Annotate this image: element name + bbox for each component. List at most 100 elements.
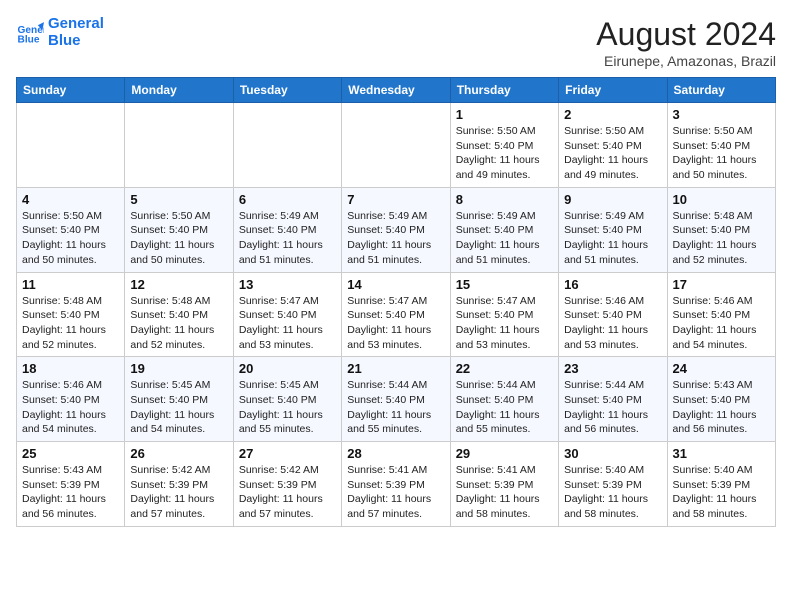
day-number: 29	[456, 446, 553, 461]
day-number: 19	[130, 361, 227, 376]
day-info: Sunrise: 5:43 AM Sunset: 5:40 PM Dayligh…	[673, 378, 770, 437]
calendar-cell: 2 Sunrise: 5:50 AM Sunset: 5:40 PM Daylig…	[559, 103, 667, 188]
day-info: Sunrise: 5:50 AM Sunset: 5:40 PM Dayligh…	[22, 209, 119, 268]
calendar-week-0: 1 Sunrise: 5:50 AM Sunset: 5:40 PM Daylig…	[17, 103, 776, 188]
svg-text:Blue: Blue	[18, 34, 40, 45]
day-info: Sunrise: 5:42 AM Sunset: 5:39 PM Dayligh…	[239, 463, 336, 522]
calendar-cell: 8 Sunrise: 5:49 AM Sunset: 5:40 PM Daylig…	[450, 187, 558, 272]
month-year: August 2024	[596, 16, 776, 53]
day-info: Sunrise: 5:48 AM Sunset: 5:40 PM Dayligh…	[22, 294, 119, 353]
calendar-cell: 13 Sunrise: 5:47 AM Sunset: 5:40 PM Dayli…	[233, 272, 341, 357]
calendar-cell: 12 Sunrise: 5:48 AM Sunset: 5:40 PM Dayli…	[125, 272, 233, 357]
day-info: Sunrise: 5:45 AM Sunset: 5:40 PM Dayligh…	[130, 378, 227, 437]
calendar-week-4: 25 Sunrise: 5:43 AM Sunset: 5:39 PM Dayli…	[17, 442, 776, 527]
calendar-cell	[17, 103, 125, 188]
calendar-week-2: 11 Sunrise: 5:48 AM Sunset: 5:40 PM Dayli…	[17, 272, 776, 357]
day-info: Sunrise: 5:48 AM Sunset: 5:40 PM Dayligh…	[673, 209, 770, 268]
calendar-cell: 6Sunrise: 5:49 AM Sunset: 5:40 PM Daylig…	[233, 187, 341, 272]
logo-icon: General Blue	[16, 19, 44, 47]
calendar-cell: 11 Sunrise: 5:48 AM Sunset: 5:40 PM Dayli…	[17, 272, 125, 357]
day-info: Sunrise: 5:49 AM Sunset: 5:40 PM Dayligh…	[347, 209, 444, 268]
day-info: Sunrise: 5:40 AM Sunset: 5:39 PM Dayligh…	[564, 463, 661, 522]
day-number: 15	[456, 277, 553, 292]
day-number: 23	[564, 361, 661, 376]
day-info: Sunrise: 5:43 AM Sunset: 5:39 PM Dayligh…	[22, 463, 119, 522]
calendar-cell: 31 Sunrise: 5:40 AM Sunset: 5:39 PM Dayli…	[667, 442, 775, 527]
day-number: 2	[564, 107, 661, 122]
calendar-cell: 3 Sunrise: 5:50 AM Sunset: 5:40 PM Daylig…	[667, 103, 775, 188]
calendar-cell	[233, 103, 341, 188]
day-number: 1	[456, 107, 553, 122]
title-block: August 2024 Eirunepe, Amazonas, Brazil	[596, 16, 776, 69]
day-number: 11	[22, 277, 119, 292]
day-number: 20	[239, 361, 336, 376]
calendar-cell: 25 Sunrise: 5:43 AM Sunset: 5:39 PM Dayli…	[17, 442, 125, 527]
day-header-thursday: Thursday	[450, 78, 558, 103]
day-number: 27	[239, 446, 336, 461]
logo-text: GeneralBlue	[48, 16, 104, 49]
calendar-cell: 15Sunrise: 5:47 AM Sunset: 5:40 PM Dayli…	[450, 272, 558, 357]
day-info: Sunrise: 5:41 AM Sunset: 5:39 PM Dayligh…	[347, 463, 444, 522]
day-number: 14	[347, 277, 444, 292]
page-header: General Blue GeneralBlue August 2024 Eir…	[16, 16, 776, 69]
day-number: 18	[22, 361, 119, 376]
calendar: SundayMondayTuesdayWednesdayThursdayFrid…	[16, 77, 776, 527]
day-info: Sunrise: 5:49 AM Sunset: 5:40 PM Dayligh…	[564, 209, 661, 268]
calendar-cell: 14 Sunrise: 5:47 AM Sunset: 5:40 PM Dayli…	[342, 272, 450, 357]
day-number: 30	[564, 446, 661, 461]
day-info: Sunrise: 5:47 AM Sunset: 5:40 PM Dayligh…	[239, 294, 336, 353]
day-number: 5	[130, 192, 227, 207]
day-number: 8	[456, 192, 553, 207]
day-number: 17	[673, 277, 770, 292]
day-info: Sunrise: 5:49 AM Sunset: 5:40 PM Dayligh…	[456, 209, 553, 268]
day-info: Sunrise: 5:46 AM Sunset: 5:40 PM Dayligh…	[564, 294, 661, 353]
day-info: Sunrise: 5:50 AM Sunset: 5:40 PM Dayligh…	[456, 124, 553, 183]
calendar-cell: 23 Sunrise: 5:44 AM Sunset: 5:40 PM Dayli…	[559, 357, 667, 442]
day-info: Sunrise: 5:44 AM Sunset: 5:40 PM Dayligh…	[456, 378, 553, 437]
calendar-cell: 1 Sunrise: 5:50 AM Sunset: 5:40 PM Daylig…	[450, 103, 558, 188]
calendar-cell: 28 Sunrise: 5:41 AM Sunset: 5:39 PM Dayli…	[342, 442, 450, 527]
day-info: Sunrise: 5:50 AM Sunset: 5:40 PM Dayligh…	[673, 124, 770, 183]
day-number: 13	[239, 277, 336, 292]
day-number: 6	[239, 192, 336, 207]
calendar-cell: 19 Sunrise: 5:45 AM Sunset: 5:40 PM Dayli…	[125, 357, 233, 442]
day-info: Sunrise: 5:44 AM Sunset: 5:40 PM Dayligh…	[564, 378, 661, 437]
day-info: Sunrise: 5:46 AM Sunset: 5:40 PM Dayligh…	[22, 378, 119, 437]
calendar-cell: 20Sunrise: 5:45 AM Sunset: 5:40 PM Dayli…	[233, 357, 341, 442]
day-header-sunday: Sunday	[17, 78, 125, 103]
day-info: Sunrise: 5:48 AM Sunset: 5:40 PM Dayligh…	[130, 294, 227, 353]
day-number: 26	[130, 446, 227, 461]
calendar-cell: 7Sunrise: 5:49 AM Sunset: 5:40 PM Daylig…	[342, 187, 450, 272]
day-number: 16	[564, 277, 661, 292]
calendar-cell: 4 Sunrise: 5:50 AM Sunset: 5:40 PM Daylig…	[17, 187, 125, 272]
calendar-cell: 30 Sunrise: 5:40 AM Sunset: 5:39 PM Dayli…	[559, 442, 667, 527]
calendar-cell: 24Sunrise: 5:43 AM Sunset: 5:40 PM Dayli…	[667, 357, 775, 442]
day-number: 10	[673, 192, 770, 207]
calendar-week-1: 4 Sunrise: 5:50 AM Sunset: 5:40 PM Daylig…	[17, 187, 776, 272]
calendar-cell: 10 Sunrise: 5:48 AM Sunset: 5:40 PM Dayli…	[667, 187, 775, 272]
day-info: Sunrise: 5:47 AM Sunset: 5:40 PM Dayligh…	[347, 294, 444, 353]
day-number: 12	[130, 277, 227, 292]
logo: General Blue GeneralBlue	[16, 16, 104, 49]
day-info: Sunrise: 5:50 AM Sunset: 5:40 PM Dayligh…	[564, 124, 661, 183]
day-number: 25	[22, 446, 119, 461]
location: Eirunepe, Amazonas, Brazil	[596, 53, 776, 69]
day-header-monday: Monday	[125, 78, 233, 103]
day-number: 28	[347, 446, 444, 461]
calendar-header-row: SundayMondayTuesdayWednesdayThursdayFrid…	[17, 78, 776, 103]
day-info: Sunrise: 5:46 AM Sunset: 5:40 PM Dayligh…	[673, 294, 770, 353]
day-number: 31	[673, 446, 770, 461]
day-info: Sunrise: 5:41 AM Sunset: 5:39 PM Dayligh…	[456, 463, 553, 522]
calendar-cell: 26Sunrise: 5:42 AM Sunset: 5:39 PM Dayli…	[125, 442, 233, 527]
calendar-week-3: 18 Sunrise: 5:46 AM Sunset: 5:40 PM Dayli…	[17, 357, 776, 442]
day-number: 3	[673, 107, 770, 122]
calendar-cell: 18 Sunrise: 5:46 AM Sunset: 5:40 PM Dayli…	[17, 357, 125, 442]
calendar-cell: 21Sunrise: 5:44 AM Sunset: 5:40 PM Dayli…	[342, 357, 450, 442]
day-number: 21	[347, 361, 444, 376]
day-info: Sunrise: 5:40 AM Sunset: 5:39 PM Dayligh…	[673, 463, 770, 522]
day-number: 4	[22, 192, 119, 207]
day-number: 22	[456, 361, 553, 376]
day-header-wednesday: Wednesday	[342, 78, 450, 103]
day-header-tuesday: Tuesday	[233, 78, 341, 103]
day-header-friday: Friday	[559, 78, 667, 103]
